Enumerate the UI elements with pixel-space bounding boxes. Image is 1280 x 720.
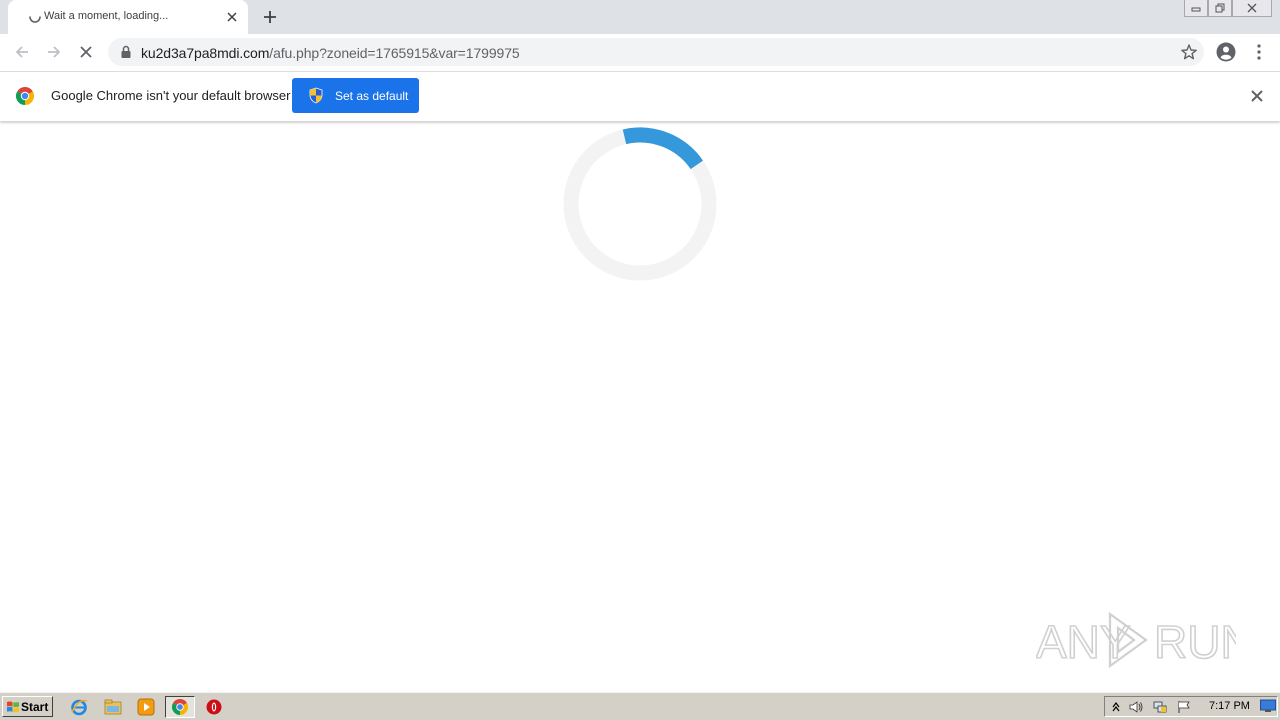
kebab-menu-icon bbox=[1257, 44, 1261, 60]
close-icon bbox=[1247, 3, 1257, 13]
start-button[interactable]: Start bbox=[2, 696, 53, 717]
address-bar[interactable]: ku2d3a7pa8mdi.com/afu.php?zoneid=1765915… bbox=[108, 38, 1204, 66]
close-tab-icon[interactable] bbox=[224, 9, 240, 25]
clock[interactable]: 7:17 PM bbox=[1209, 700, 1250, 712]
forward-button[interactable] bbox=[44, 42, 64, 62]
star-icon[interactable] bbox=[1180, 43, 1198, 61]
start-label: Start bbox=[21, 700, 49, 714]
url-host: ku2d3a7pa8mdi.com bbox=[141, 45, 270, 61]
windows-flag-icon bbox=[7, 701, 19, 713]
chrome-icon bbox=[172, 699, 188, 715]
system-tray: 7:17 PM bbox=[1104, 696, 1278, 717]
file-explorer-icon[interactable] bbox=[103, 697, 123, 717]
anyrun-watermark: ANY RUN bbox=[1036, 611, 1236, 669]
minimize-icon bbox=[1191, 7, 1201, 12]
watermark-text-right: RUN bbox=[1154, 616, 1236, 668]
lock-icon[interactable] bbox=[120, 45, 132, 59]
set-as-default-label: Set as default bbox=[335, 89, 409, 103]
restore-icon bbox=[1215, 3, 1225, 13]
back-button[interactable] bbox=[12, 42, 32, 62]
arrow-left-icon bbox=[15, 46, 28, 58]
internet-explorer-icon[interactable] bbox=[69, 697, 89, 717]
volume-icon[interactable] bbox=[1128, 699, 1144, 715]
action-center-flag-icon[interactable] bbox=[1176, 699, 1192, 715]
restore-window-button[interactable] bbox=[1208, 0, 1232, 17]
show-hidden-arrow-icon[interactable] bbox=[1108, 699, 1124, 715]
plus-icon bbox=[264, 11, 276, 23]
account-circle-icon bbox=[1216, 42, 1236, 62]
network-icon[interactable] bbox=[1152, 699, 1168, 715]
browser-toolbar: ku2d3a7pa8mdi.com/afu.php?zoneid=1765915… bbox=[0, 34, 1280, 71]
set-as-default-button[interactable]: Set as default bbox=[292, 78, 419, 113]
uac-shield-icon bbox=[309, 87, 323, 104]
stop-loading-button[interactable] bbox=[76, 42, 96, 62]
loading-spinner bbox=[563, 127, 717, 281]
tab-title: Wait a moment, loading... bbox=[44, 10, 169, 22]
opera-icon[interactable] bbox=[204, 697, 224, 717]
minimize-window-button[interactable] bbox=[1184, 0, 1208, 17]
tab-loading-spinner-icon bbox=[27, 9, 43, 25]
show-desktop-icon[interactable] bbox=[1260, 699, 1276, 713]
windows-taskbar: Start 7:17 PM bbox=[0, 692, 1280, 720]
default-browser-infobar: Google Chrome isn't your default browser… bbox=[0, 71, 1280, 121]
media-player-icon[interactable] bbox=[136, 697, 156, 717]
chrome-logo-icon bbox=[16, 87, 34, 105]
new-tab-button[interactable] bbox=[259, 6, 281, 28]
url-text[interactable]: ku2d3a7pa8mdi.com/afu.php?zoneid=1765915… bbox=[141, 45, 520, 61]
chrome-taskbar-button[interactable] bbox=[165, 696, 195, 718]
profile-button[interactable] bbox=[1216, 42, 1236, 62]
tab-strip: Wait a moment, loading... bbox=[0, 0, 1280, 34]
url-path: /afu.php?zoneid=1765915&var=1799975 bbox=[269, 45, 520, 61]
chrome-menu-button[interactable] bbox=[1249, 42, 1269, 62]
stop-x-icon bbox=[80, 46, 92, 58]
arrow-right-icon bbox=[48, 46, 61, 58]
close-window-button[interactable] bbox=[1232, 0, 1272, 17]
close-infobar-icon[interactable] bbox=[1250, 89, 1264, 103]
browser-tab[interactable]: Wait a moment, loading... bbox=[8, 0, 248, 34]
infobar-message: Google Chrome isn't your default browser bbox=[51, 88, 291, 103]
